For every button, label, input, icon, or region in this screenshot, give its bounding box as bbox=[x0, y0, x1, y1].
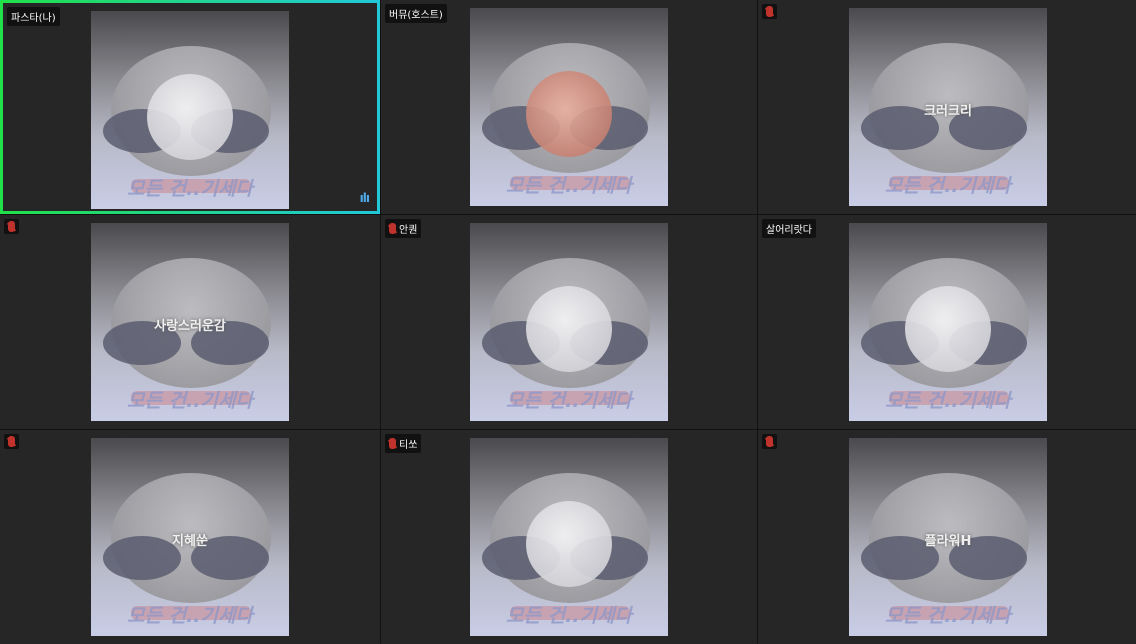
profile-image: 사랑스러운감모든 건..기세다 bbox=[91, 223, 289, 421]
participant-name: 티쏘 bbox=[399, 440, 418, 451]
participant-tile[interactable]: 버뮤(호스트) 모든 건..기세다 bbox=[381, 0, 757, 214]
profile-image: 모든 건..기세다 bbox=[849, 223, 1047, 421]
participant-name: 안퀀 bbox=[399, 225, 418, 236]
participant-label: 버뮤(호스트) bbox=[385, 4, 447, 23]
participant-nickname: 사랑스러운감 bbox=[154, 319, 226, 334]
participant-name: 살어리랏다 bbox=[766, 225, 812, 236]
profile-image: 모든 건..기세다 bbox=[470, 8, 668, 206]
avatar bbox=[526, 71, 612, 157]
participant-tile[interactable]: 지혜쑨모든 건..기세다 bbox=[0, 430, 380, 644]
profile-caption: 모든 건..기세다 bbox=[885, 605, 1011, 627]
profile-caption: 모든 건..기세다 bbox=[127, 605, 253, 627]
avatar bbox=[526, 501, 612, 587]
mic-muted-icon bbox=[389, 223, 396, 234]
participant-label bbox=[762, 434, 777, 449]
participant-tile[interactable]: 크러크리모든 건..기세다 bbox=[758, 0, 1136, 214]
profile-caption: 모든 건..기세다 bbox=[127, 390, 253, 412]
profile-image: 모든 건..기세다 bbox=[91, 11, 289, 209]
participant-name: 파스타(나) bbox=[11, 13, 56, 24]
participant-label: 안퀀 bbox=[385, 219, 422, 238]
participant-label: 살어리랏다 bbox=[762, 219, 816, 238]
participant-tile[interactable]: 파스타(나) 모든 건..기세다 ılı bbox=[0, 0, 380, 214]
avatar bbox=[147, 74, 233, 160]
profile-image: 플라워H 모든 건..기세다 bbox=[849, 438, 1047, 636]
participant-label bbox=[762, 4, 777, 19]
speaking-indicator-icon: ılı bbox=[359, 191, 370, 205]
participant-tile[interactable]: 티쏘모든 건..기세다 bbox=[381, 430, 757, 644]
participant-name: 버뮤(호스트) bbox=[389, 10, 443, 21]
participant-tile[interactable]: 살어리랏다모든 건..기세다 bbox=[758, 215, 1136, 429]
profile-caption: 모든 건..기세다 bbox=[127, 178, 253, 200]
profile-image: 지혜쑨모든 건..기세다 bbox=[91, 438, 289, 636]
participant-label bbox=[4, 219, 19, 234]
participant-nickname: 지혜쑨 bbox=[172, 534, 208, 549]
profile-image: 크러크리모든 건..기세다 bbox=[849, 8, 1047, 206]
participant-nickname: 크러크리 bbox=[924, 104, 972, 119]
profile-image: 모든 건..기세다 bbox=[470, 438, 668, 636]
participant-nickname: 플라워H bbox=[924, 534, 972, 549]
participant-label bbox=[4, 434, 19, 449]
participant-label: 티쏘 bbox=[385, 434, 422, 453]
mic-muted-icon bbox=[389, 438, 396, 449]
profile-caption: 모든 건..기세다 bbox=[506, 605, 632, 627]
participant-tile[interactable]: 안퀀모든 건..기세다 bbox=[381, 215, 757, 429]
mic-muted-icon bbox=[766, 6, 773, 17]
participant-tile[interactable]: 사랑스러운감모든 건..기세다 bbox=[0, 215, 380, 429]
mic-muted-icon bbox=[8, 436, 15, 447]
avatar bbox=[526, 286, 612, 372]
avatar bbox=[905, 286, 991, 372]
participant-tile[interactable]: 플라워H 모든 건..기세다 bbox=[758, 430, 1136, 644]
profile-caption: 모든 건..기세다 bbox=[885, 175, 1011, 197]
participant-label: 파스타(나) bbox=[7, 7, 60, 26]
profile-caption: 모든 건..기세다 bbox=[506, 390, 632, 412]
profile-image: 모든 건..기세다 bbox=[470, 223, 668, 421]
mic-muted-icon bbox=[766, 436, 773, 447]
mic-muted-icon bbox=[8, 221, 15, 232]
video-grid: 파스타(나) 모든 건..기세다 ılı 버뮤(호스트) 모든 건..기세다 크러크리 모든… bbox=[0, 0, 1136, 644]
profile-caption: 모든 건..기세다 bbox=[506, 175, 632, 197]
profile-caption: 모든 건..기세다 bbox=[885, 390, 1011, 412]
